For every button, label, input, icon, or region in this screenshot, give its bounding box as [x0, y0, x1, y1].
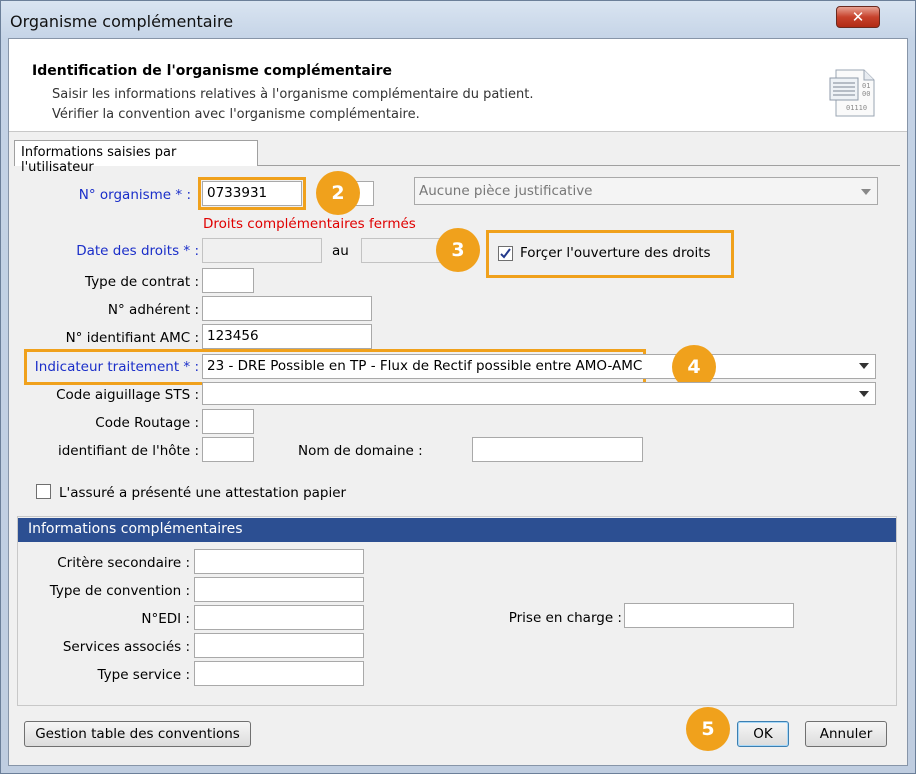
critere-secondaire-input[interactable] — [194, 549, 364, 574]
identifiant-amc-label: N° identifiant AMC : — [65, 330, 199, 346]
step-badge-2: 2 — [316, 171, 360, 215]
date-fin-input[interactable] — [361, 238, 441, 263]
informations-complementaires-header: Informations complémentaires — [18, 518, 896, 542]
chevron-down-icon — [859, 363, 869, 369]
chevron-down-icon — [859, 391, 869, 397]
prise-en-charge-input[interactable] — [624, 603, 794, 628]
type-contrat-input[interactable] — [202, 268, 254, 293]
indicateur-traitement-value: 23 - DRE Possible en TP - Flux de Rectif… — [207, 358, 643, 374]
droits-error-text: Droits complémentaires fermés — [203, 216, 416, 232]
document-binary-icon: 01 00 01110 — [828, 66, 880, 118]
gestion-conventions-button[interactable]: Gestion table des conventions — [24, 721, 251, 747]
services-associes-input[interactable] — [194, 633, 364, 658]
step-badge-3: 3 — [436, 228, 480, 272]
header-description-2: Vérifier la convention avec l'organisme … — [52, 107, 420, 122]
date-droits-label: Date des droits * : — [76, 243, 199, 259]
edi-input[interactable] — [194, 605, 364, 630]
type-convention-input[interactable] — [194, 577, 364, 602]
close-button[interactable]: ✕ — [836, 6, 880, 28]
svg-text:01110: 01110 — [846, 104, 867, 112]
code-aiguillage-select[interactable] — [202, 382, 876, 405]
identifiant-hote-label: identifiant de l'hôte : — [57, 443, 199, 459]
code-routage-input[interactable] — [202, 409, 254, 434]
attestation-label: L'assuré a présenté une attestation papi… — [59, 485, 347, 501]
window-title: Organisme complémentaire — [10, 12, 234, 31]
checkmark-icon — [500, 248, 511, 259]
critere-secondaire-label: Critère secondaire : — [57, 555, 190, 571]
header-title: Identification de l'organisme complément… — [32, 63, 392, 79]
nom-domaine-label: Nom de domaine : — [298, 443, 423, 459]
type-service-input[interactable] — [194, 661, 364, 686]
nom-domaine-input[interactable] — [472, 437, 643, 462]
code-routage-label: Code Routage : — [95, 415, 199, 431]
indicateur-traitement-select[interactable]: 23 - DRE Possible en TP - Flux de Rectif… — [202, 354, 876, 379]
attestation-checkbox[interactable] — [36, 484, 51, 499]
tab-informations-utilisateur[interactable]: Informations saisies par l'utilisateur — [14, 140, 258, 175]
edi-label: N°EDI : — [141, 611, 190, 627]
type-service-label: Type service : — [97, 667, 191, 683]
annuler-button[interactable]: Annuler — [805, 721, 887, 747]
identifiant-hote-input[interactable] — [202, 437, 254, 462]
adherent-label: N° adhérent : — [107, 302, 199, 318]
organisme-input[interactable]: 0733931 — [202, 181, 302, 206]
code-aiguillage-label: Code aiguillage STS : — [56, 387, 199, 403]
indicateur-traitement-label: Indicateur traitement * : — [34, 359, 199, 375]
type-convention-label: Type de convention : — [49, 583, 190, 599]
services-associes-label: Services associés : — [62, 639, 190, 655]
organisme-label: N° organisme * : — [78, 187, 191, 203]
piece-justificative-select[interactable]: Aucune pièce justificative — [414, 177, 878, 205]
forcer-label: Forçer l'ouverture des droits — [520, 245, 711, 261]
piece-justificative-value: Aucune pièce justificative — [419, 183, 593, 199]
date-au-label: au — [332, 243, 349, 259]
adherent-input[interactable] — [202, 296, 372, 321]
prise-en-charge-label: Prise en charge : — [508, 610, 622, 626]
date-debut-input[interactable] — [202, 238, 322, 263]
header-description-1: Saisir les informations relatives à l'or… — [52, 87, 534, 102]
svg-text:01: 01 — [862, 82, 870, 90]
forcer-checkbox[interactable] — [498, 246, 513, 261]
ok-button[interactable]: OK — [737, 721, 789, 747]
step-badge-5: 5 — [686, 707, 730, 751]
chevron-down-icon — [861, 189, 871, 195]
type-contrat-label: Type de contrat : — [85, 274, 199, 290]
identifiant-amc-input[interactable]: 123456 — [202, 324, 372, 349]
svg-text:00: 00 — [862, 90, 870, 98]
